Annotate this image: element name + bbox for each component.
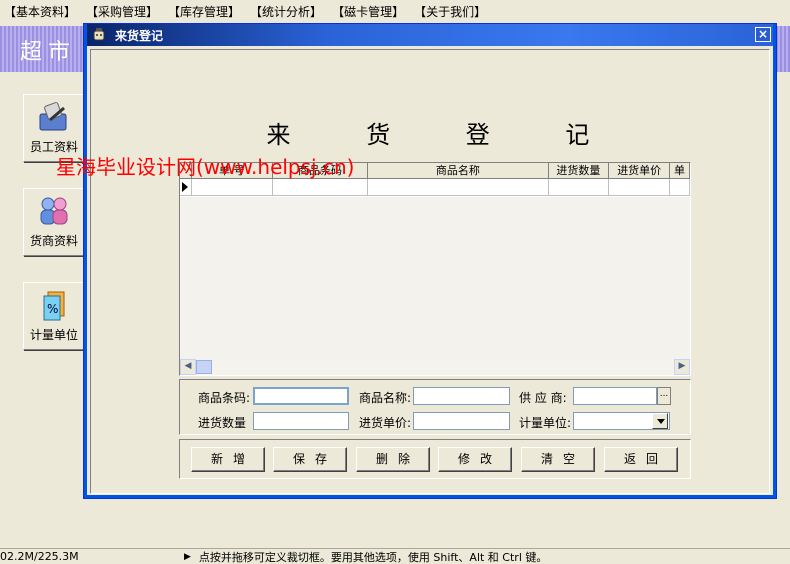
name-input[interactable] — [413, 387, 510, 405]
supplier-button[interactable]: 货商资料 — [23, 188, 85, 256]
menu-inventory[interactable]: 【库存管理】 — [168, 3, 240, 20]
row-indicator-icon — [182, 182, 188, 192]
unit-button-label: 计量单位 — [29, 328, 78, 342]
status-bar: 02.2M/225.3M ▶ 点按并拖移可定义裁切框。要用其他选项，使用 Shi… — [0, 548, 790, 564]
horizontal-scrollbar[interactable]: ◀ ▶ — [180, 359, 690, 375]
grid-header-unit[interactable]: 单 — [670, 163, 690, 179]
unit-icon: % — [43, 291, 65, 321]
input-fields-panel: 商品条码: 商品名称: 供 应 商: ... 进货数量 进货单价: 计量单位: — [179, 379, 691, 435]
supplier-icon — [40, 197, 68, 225]
chevron-down-icon[interactable] — [652, 413, 668, 429]
watermark-text: 星海毕业设计网(www.helpsj.cn) — [56, 155, 355, 179]
desktop: 【基本资料】 【采购管理】 【库存管理】 【统计分析】 【磁卡管理】 【关于我们… — [0, 0, 790, 564]
delete-button[interactable]: 删除 — [356, 447, 430, 472]
quantity-input[interactable] — [253, 412, 349, 430]
close-button[interactable]: × — [755, 27, 771, 42]
grid-header-name[interactable]: 商品名称 — [368, 163, 549, 179]
modify-button[interactable]: 修改 — [438, 447, 512, 472]
unit-label: 计量单位: — [519, 416, 572, 430]
price-input[interactable] — [413, 412, 510, 430]
menu-about[interactable]: 【关于我们】 — [414, 3, 486, 20]
form-panel: 来 货 登 记 单 号 商品条码 商品名称 进货数量 进货单价 单 ◀ ▶ 商品… — [90, 49, 770, 494]
clear-button[interactable]: 清空 — [521, 447, 595, 472]
scroll-thumb[interactable] — [196, 360, 212, 374]
grid-empty-area — [180, 197, 690, 359]
table-row[interactable] — [180, 179, 690, 196]
play-arrow-icon: ▶ — [184, 551, 191, 562]
goods-grid[interactable]: 单 号 商品条码 商品名称 进货数量 进货单价 单 ◀ ▶ — [179, 162, 691, 376]
app-icon — [93, 28, 105, 41]
scroll-track[interactable] — [212, 359, 674, 375]
quantity-label: 进货数量 — [198, 416, 247, 430]
menu-basic-data[interactable]: 【基本资料】 — [4, 3, 76, 20]
form-title: 来 货 登 记 — [266, 121, 624, 149]
menu-card[interactable]: 【磁卡管理】 — [332, 3, 404, 20]
grid-header-price[interactable]: 进货单价 — [609, 163, 671, 179]
add-button[interactable]: 新增 — [191, 447, 265, 472]
incoming-goods-window: 来货登记 × 来 货 登 记 单 号 商品条码 商品名称 进货数量 进货单价 单 — [83, 23, 777, 499]
window-titlebar[interactable]: 来货登记 × — [87, 24, 773, 46]
menu-statistics[interactable]: 【统计分析】 — [250, 3, 322, 20]
background-title: 超市 — [20, 40, 77, 65]
svg-text:%: % — [47, 302, 58, 316]
memory-usage: 02.2M/225.3M — [0, 550, 79, 563]
status-tip: ▶ 点按并拖移可定义裁切框。要用其他选项，使用 Shift、Alt 和 Ctrl… — [178, 549, 547, 564]
status-tip-text: 点按并拖移可定义裁切框。要用其他选项，使用 Shift、Alt 和 Ctrl 键… — [198, 550, 548, 564]
grid-header-quantity[interactable]: 进货数量 — [548, 163, 610, 179]
menu-purchase[interactable]: 【采购管理】 — [86, 3, 158, 20]
menu-bar: 【基本资料】 【采购管理】 【库存管理】 【统计分析】 【磁卡管理】 【关于我们… — [0, 0, 790, 22]
price-label: 进货单价: — [359, 416, 412, 430]
unit-button[interactable]: % 计量单位 — [23, 282, 85, 350]
window-body: 来 货 登 记 单 号 商品条码 商品名称 进货数量 进货单价 单 ◀ ▶ 商品… — [87, 46, 773, 495]
save-button[interactable]: 保存 — [273, 447, 347, 472]
back-button[interactable]: 返回 — [604, 447, 678, 472]
scroll-right-icon[interactable]: ▶ — [674, 359, 690, 375]
supplier-button-label: 货商资料 — [29, 234, 78, 248]
barcode-input[interactable] — [253, 387, 349, 405]
supplier-browse-button[interactable]: ... — [657, 387, 671, 405]
action-button-bar: 新增 保存 删除 修改 清空 返回 — [179, 439, 691, 479]
supplier-label: 供 应 商: — [519, 391, 567, 405]
window-title: 来货登记 — [115, 28, 164, 43]
employee-icon — [39, 102, 67, 131]
scroll-left-icon[interactable]: ◀ — [180, 359, 196, 375]
name-label: 商品名称: — [359, 391, 412, 405]
barcode-label: 商品条码: — [198, 391, 251, 405]
supplier-input[interactable] — [573, 387, 657, 405]
